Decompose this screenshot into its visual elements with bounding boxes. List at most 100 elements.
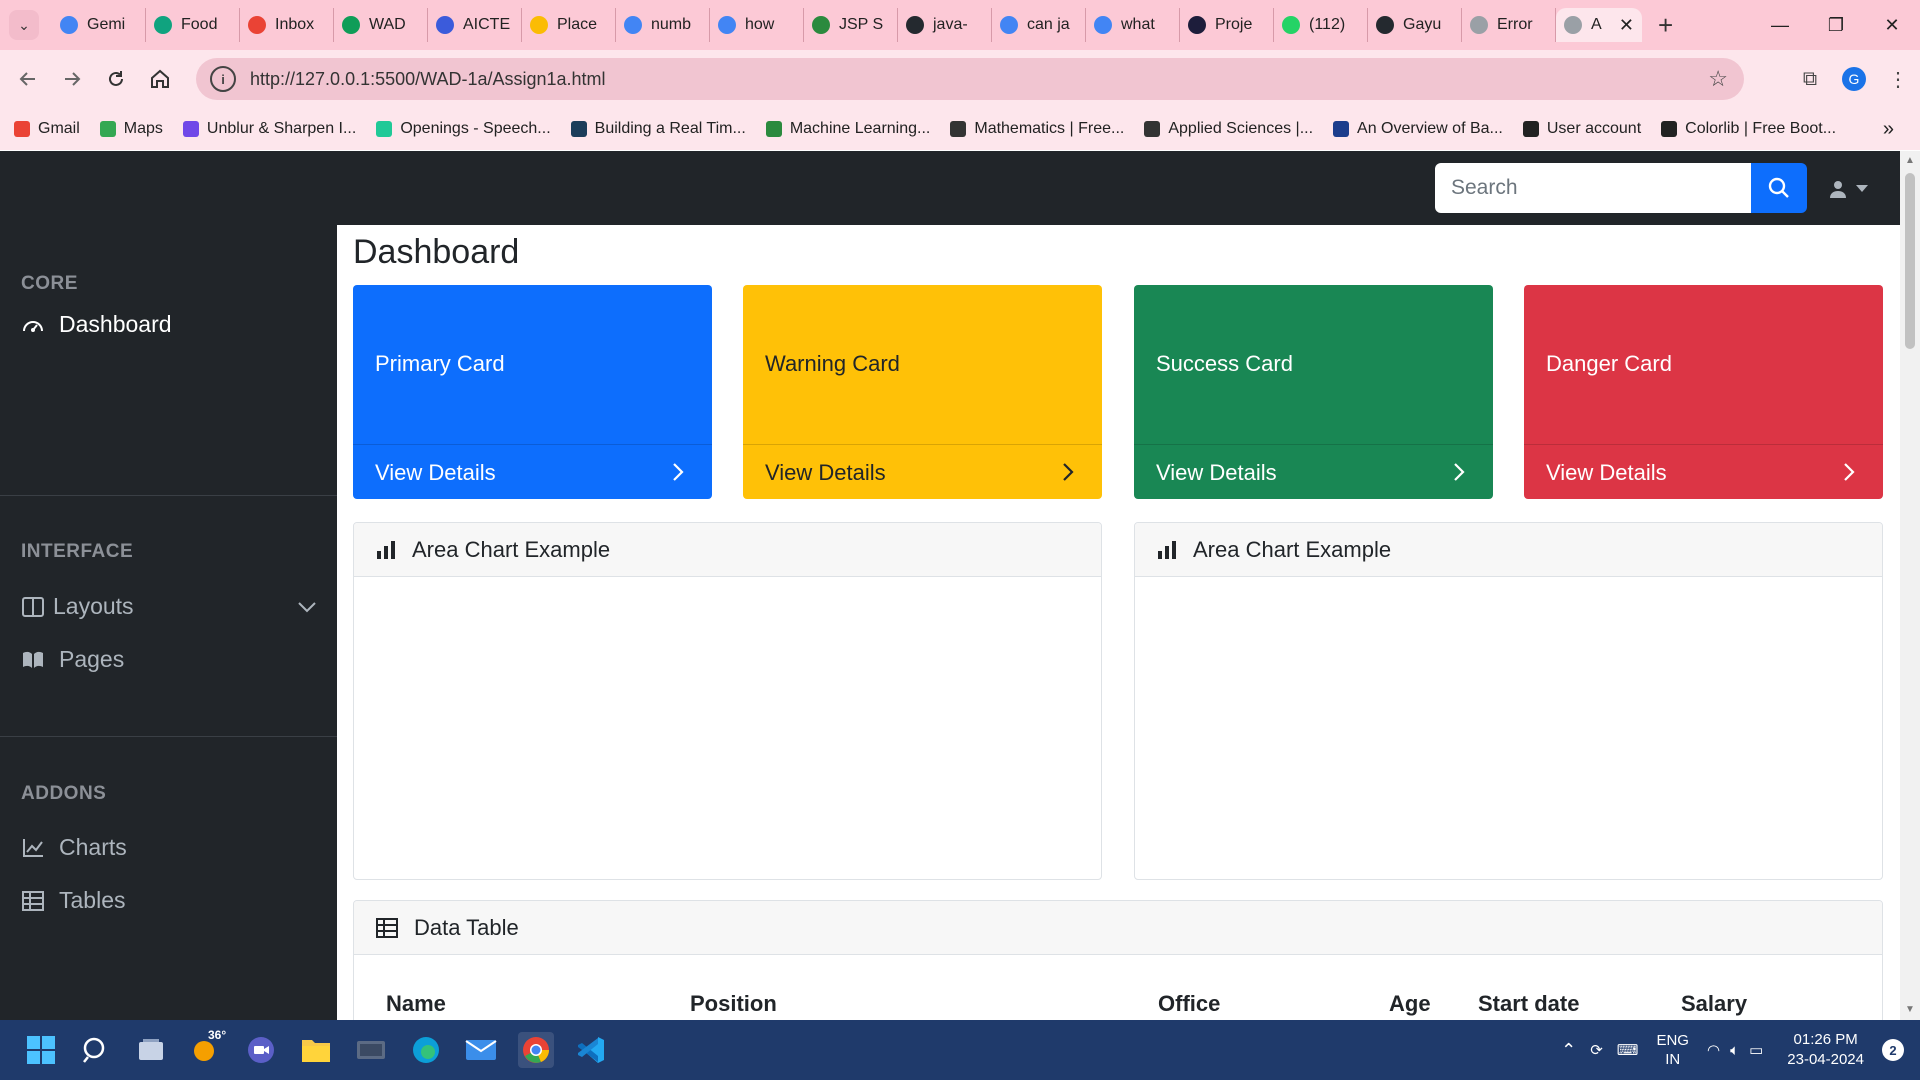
- volume-icon[interactable]: 🔈︎: [1730, 1042, 1739, 1059]
- browser-tab[interactable]: JSP S: [804, 8, 898, 42]
- reload-button[interactable]: [96, 59, 136, 99]
- browser-tab[interactable]: can ja: [992, 8, 1086, 42]
- sidebar-item-charts[interactable]: Charts: [21, 834, 127, 861]
- browser-tab[interactable]: how: [710, 8, 804, 42]
- column-header-start-date[interactable]: Start date: [1478, 991, 1579, 1017]
- card-footer[interactable]: View Details: [743, 444, 1102, 499]
- bookmark-item[interactable]: Machine Learning...: [765, 120, 930, 138]
- vscode-button[interactable]: [573, 1032, 609, 1068]
- language-indicator[interactable]: ENG IN: [1656, 1031, 1689, 1069]
- bookmark-item[interactable]: An Overview of Ba...: [1333, 120, 1503, 138]
- column-header-name[interactable]: Name: [386, 991, 446, 1017]
- battery-icon[interactable]: ▭: [1749, 1041, 1763, 1059]
- scrollbar-thumb[interactable]: [1905, 173, 1915, 349]
- app-button-device[interactable]: [353, 1032, 389, 1068]
- tab-title: WAD: [369, 16, 406, 33]
- taskbar-search-button[interactable]: [78, 1032, 114, 1068]
- browser-tab[interactable]: java-: [898, 8, 992, 42]
- sidebar-item-tables[interactable]: Tables: [21, 887, 125, 914]
- scroll-down-icon[interactable]: ▼: [1905, 1004, 1915, 1015]
- column-header-office[interactable]: Office: [1158, 991, 1220, 1017]
- sync-icon[interactable]: ⟳: [1590, 1041, 1603, 1059]
- more-bookmarks-icon[interactable]: »: [1883, 118, 1894, 141]
- view-details-link[interactable]: View Details: [1546, 460, 1667, 486]
- browser-tab[interactable]: Error: [1462, 8, 1556, 42]
- clock[interactable]: 01:26 PM 23-04-2024: [1787, 1030, 1864, 1070]
- windows-start-button[interactable]: [23, 1032, 59, 1068]
- view-details-link[interactable]: View Details: [375, 460, 496, 486]
- bookmark-item[interactable]: User account: [1522, 120, 1641, 138]
- bookmark-item[interactable]: Unblur & Sharpen I...: [182, 120, 356, 138]
- browser-tab[interactable]: what: [1086, 8, 1180, 42]
- mail-button[interactable]: [463, 1032, 499, 1068]
- bookmark-item[interactable]: Applied Sciences |...: [1144, 120, 1313, 138]
- sidebar-item-dashboard[interactable]: Dashboard: [21, 311, 172, 338]
- sidebar-divider: [0, 495, 337, 496]
- browser-tab[interactable]: Gemi: [52, 8, 146, 42]
- column-header-position[interactable]: Position: [690, 991, 777, 1017]
- back-button[interactable]: [8, 59, 48, 99]
- scroll-up-icon[interactable]: ▲: [1905, 155, 1915, 166]
- extensions-icon[interactable]: ⧉: [1788, 68, 1832, 91]
- globe-icon: [1661, 121, 1678, 137]
- notification-badge[interactable]: 2: [1882, 1039, 1904, 1061]
- bookmark-item[interactable]: Openings - Speech...: [376, 120, 551, 138]
- close-icon[interactable]: ✕: [1619, 15, 1634, 36]
- tab-title: Gemi: [87, 16, 126, 33]
- address-bar[interactable]: i http://127.0.0.1:5500/WAD-1a/Assign1a.…: [196, 58, 1744, 100]
- sidebar-item-layouts[interactable]: Layouts: [21, 593, 316, 620]
- site-info-icon[interactable]: i: [210, 66, 236, 92]
- browser-tab[interactable]: Place: [522, 8, 616, 42]
- search-input[interactable]: Search: [1435, 163, 1751, 213]
- view-details-link[interactable]: View Details: [1156, 460, 1277, 486]
- url-text[interactable]: http://127.0.0.1:5500/WAD-1a/Assign1a.ht…: [250, 69, 606, 90]
- browser-tab[interactable]: (112): [1274, 8, 1368, 42]
- bookmark-item[interactable]: Maps: [99, 120, 163, 138]
- card-footer[interactable]: View Details: [1524, 444, 1883, 499]
- bookmark-item[interactable]: Gmail: [14, 120, 80, 138]
- page-scrollbar[interactable]: ▲ ▼: [1900, 151, 1920, 1020]
- card-footer[interactable]: View Details: [1134, 444, 1493, 499]
- teams-chat-button[interactable]: [243, 1032, 279, 1068]
- profile-avatar[interactable]: G: [1842, 67, 1866, 91]
- chevron-up-icon[interactable]: ⌃: [1561, 1040, 1576, 1061]
- weather-widget[interactable]: 36°: [188, 1028, 226, 1068]
- search-button[interactable]: [1751, 163, 1807, 213]
- table-icon: [376, 917, 398, 938]
- sidebar-item-pages[interactable]: Pages: [21, 646, 124, 673]
- bookmark-star-icon[interactable]: ☆: [1708, 66, 1728, 92]
- bookmark-label: Maps: [123, 120, 163, 137]
- browser-tab[interactable]: Inbox: [240, 8, 334, 42]
- tab-active[interactable]: A ✕: [1556, 8, 1642, 42]
- bookmark-item[interactable]: Mathematics | Free...: [950, 120, 1124, 138]
- minimize-button[interactable]: —: [1752, 0, 1808, 50]
- wifi-icon[interactable]: ◠: [1707, 1041, 1720, 1059]
- forward-button[interactable]: [52, 59, 92, 99]
- bookmark-item[interactable]: Colorlib | Free Boot...: [1661, 120, 1836, 138]
- tab-search-button[interactable]: ⌄: [9, 10, 39, 40]
- view-details-link[interactable]: View Details: [765, 460, 886, 486]
- card-footer[interactable]: View Details: [353, 444, 712, 499]
- menu-kebab-icon[interactable]: ⋮: [1876, 67, 1920, 92]
- browser-tab[interactable]: Food: [146, 8, 240, 42]
- file-explorer-button[interactable]: [298, 1032, 334, 1068]
- column-header-age[interactable]: Age: [1389, 991, 1431, 1017]
- browser-tab[interactable]: Proje: [1180, 8, 1274, 42]
- user-dropdown[interactable]: [1828, 175, 1880, 203]
- browser-tab[interactable]: numb: [616, 8, 710, 42]
- chrome-button[interactable]: [518, 1032, 554, 1068]
- home-button[interactable]: [140, 59, 180, 99]
- bookmark-item[interactable]: Building a Real Tim...: [570, 120, 746, 138]
- keyboard-icon[interactable]: ⌨: [1617, 1041, 1639, 1059]
- task-view-button[interactable]: [133, 1032, 169, 1068]
- close-window-button[interactable]: ✕: [1864, 0, 1920, 50]
- browser-tab[interactable]: AICTE: [428, 8, 522, 42]
- browser-tab[interactable]: WAD: [334, 8, 428, 42]
- restore-button[interactable]: ❐: [1808, 0, 1864, 50]
- new-tab-button[interactable]: +: [1658, 10, 1673, 41]
- browser-tab[interactable]: Gayu: [1368, 8, 1462, 42]
- column-header-salary[interactable]: Salary: [1681, 991, 1747, 1017]
- sidebar-item-label: Tables: [59, 887, 126, 913]
- bookmark-label: Gmail: [38, 120, 80, 137]
- edge-browser-button[interactable]: [408, 1032, 444, 1068]
